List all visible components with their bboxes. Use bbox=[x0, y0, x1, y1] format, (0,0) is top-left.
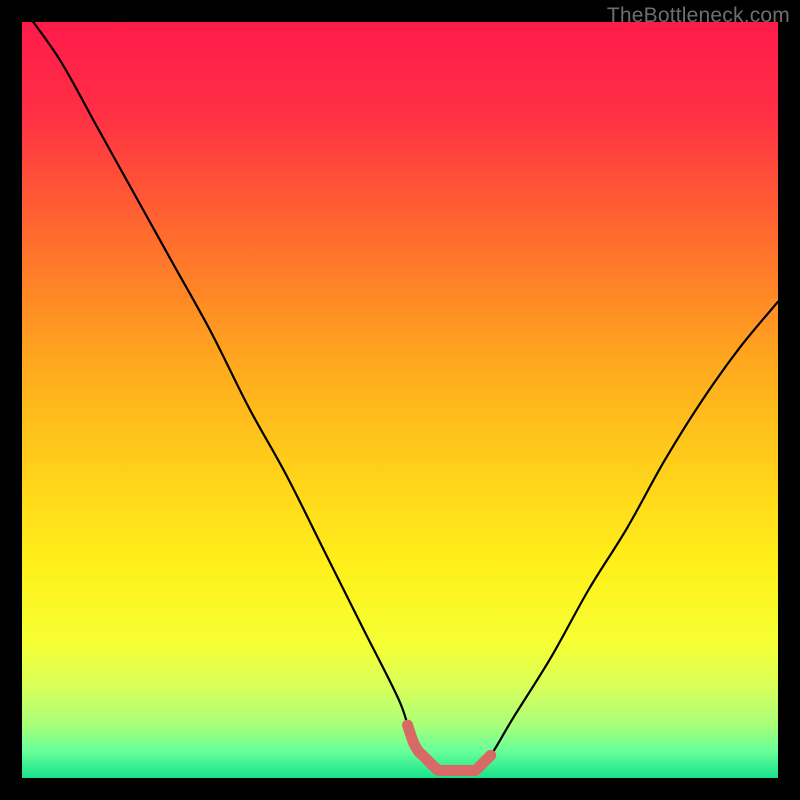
plot-area bbox=[22, 22, 778, 778]
optimal-range-highlight bbox=[408, 725, 491, 771]
curve-layer bbox=[22, 22, 778, 778]
watermark-text: TheBottleneck.com bbox=[607, 4, 790, 28]
chart-frame: TheBottleneck.com bbox=[0, 0, 800, 800]
bottleneck-curve bbox=[22, 22, 778, 772]
